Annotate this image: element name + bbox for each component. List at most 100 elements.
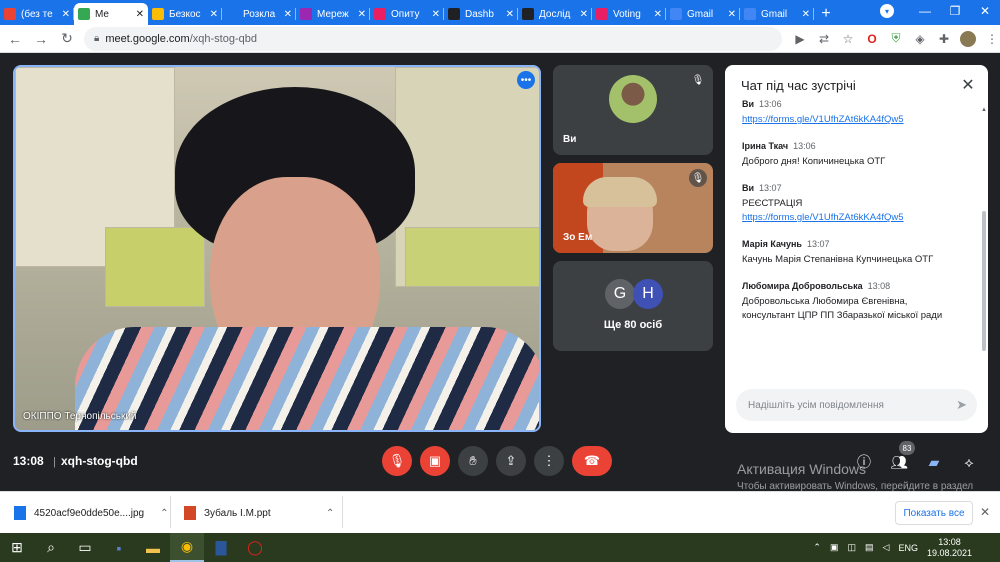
participant-tile-self[interactable]: 🎙︎ Ви bbox=[553, 65, 713, 155]
forward-icon[interactable]: → bbox=[30, 28, 52, 50]
chat-message: Марія Качунь 13:07 Качунь Марія Степанівна… bbox=[742, 239, 980, 267]
chat-message-meta: Любомира Добровольська 13:08 bbox=[742, 281, 980, 291]
browser-tab[interactable]: Дослід ✕ bbox=[518, 3, 592, 25]
mic-off-icon: 🎙︎ bbox=[691, 74, 705, 86]
new-tab-button[interactable]: + bbox=[814, 3, 838, 25]
tab-search-icon[interactable]: ▾ bbox=[880, 4, 894, 18]
divider bbox=[170, 496, 171, 528]
present-screen-button[interactable]: ⇪ bbox=[496, 446, 526, 476]
maximize-icon[interactable]: ❐ bbox=[940, 0, 970, 22]
browser-tab[interactable]: Gmail ✕ bbox=[666, 3, 740, 25]
volume-icon[interactable]: ◁ bbox=[883, 542, 890, 553]
end-call-button[interactable]: ☎︎ bbox=[572, 446, 612, 476]
file-explorer-icon[interactable]: ▬ bbox=[136, 533, 170, 562]
chat-time: 13:07 bbox=[759, 183, 782, 193]
task-view-icon[interactable]: ▭ bbox=[68, 533, 102, 562]
close-icon[interactable]: ✕ bbox=[980, 505, 990, 519]
language-indicator[interactable]: ENG bbox=[898, 543, 918, 553]
scroll-up-icon[interactable]: ▲ bbox=[981, 107, 987, 113]
word-icon[interactable]: ▇ bbox=[204, 533, 238, 562]
close-tab-icon[interactable]: ✕ bbox=[358, 9, 366, 20]
download-item[interactable]: Зубаль І.М.ppt ⌃ bbox=[184, 502, 334, 524]
browser-tab[interactable]: Voting ✕ bbox=[592, 3, 666, 25]
close-tab-icon[interactable]: ✕ bbox=[284, 9, 292, 20]
browser-tab[interactable]: Опиту ✕ bbox=[370, 3, 444, 25]
avatar: H bbox=[633, 279, 663, 309]
bookmark-star-icon[interactable]: ☆ bbox=[840, 31, 856, 47]
profile-avatar[interactable] bbox=[960, 30, 976, 47]
mic-off-icon: 🎙︎ bbox=[689, 169, 707, 187]
extensions-puzzle-icon[interactable]: ✚ bbox=[936, 31, 952, 47]
tray-app-icon[interactable]: ▣ bbox=[830, 542, 839, 553]
extension-icon-2[interactable]: ◈ bbox=[912, 31, 928, 47]
camera-icon[interactable]: ▶︎ bbox=[792, 31, 808, 47]
more-options-icon[interactable]: ••• bbox=[517, 71, 535, 89]
chat-sender: Ви bbox=[742, 99, 755, 109]
app-icon-save[interactable]: ▪ bbox=[102, 533, 136, 562]
participant-tile[interactable]: 🎙︎ Зо Ем bbox=[553, 163, 713, 253]
close-tab-icon[interactable]: ✕ bbox=[654, 9, 662, 20]
back-icon[interactable]: ← bbox=[4, 28, 26, 50]
close-tab-icon[interactable]: ✕ bbox=[728, 9, 736, 20]
camera-toggle-button[interactable]: ▣ bbox=[420, 446, 450, 476]
close-tab-icon[interactable]: ✕ bbox=[62, 9, 70, 20]
mic-toggle-button[interactable]: 🎙︎ bbox=[382, 446, 412, 476]
menu-kebab-icon[interactable]: ⋮ bbox=[984, 31, 1000, 47]
meet-area: ••• ОКІППО Тернопільський 🎙︎ Ви 🎙︎ Зо Ем… bbox=[0, 53, 1000, 506]
windows-start-icon[interactable]: ⊞ bbox=[0, 533, 34, 562]
translate-icon[interactable]: ⇄ bbox=[816, 31, 832, 47]
close-tab-icon[interactable]: ✕ bbox=[506, 9, 514, 20]
chat-text: Качунь Марія Степанівна Купчинецька ОТГ bbox=[742, 254, 934, 265]
close-tab-icon[interactable]: ✕ bbox=[210, 9, 218, 20]
chevron-up-icon[interactable]: ⌃ bbox=[326, 508, 334, 519]
taskbar-date: 19.08.2021 bbox=[926, 547, 972, 558]
tab-label: Gmail bbox=[761, 8, 788, 20]
main-video[interactable]: ••• ОКІППО Тернопільський bbox=[13, 65, 541, 432]
opera-extension-icon[interactable]: O bbox=[864, 31, 880, 47]
close-icon[interactable]: ✕ bbox=[958, 75, 978, 95]
tray-chevron-icon[interactable]: ⌃ bbox=[813, 542, 821, 553]
chat-input[interactable]: Надішліть усім повідомлення ➤ bbox=[736, 389, 977, 421]
taskbar-clock[interactable]: 13:08 19.08.2021 bbox=[927, 537, 972, 559]
chat-link[interactable]: https://forms.gle/V1UfhZAt6kKA4fQw5 bbox=[742, 211, 980, 225]
close-tab-icon[interactable]: ✕ bbox=[580, 9, 588, 20]
download-item[interactable]: 4520acf9e0dde50e....jpg ⌃ bbox=[14, 502, 169, 524]
chat-scrollbar[interactable] bbox=[982, 211, 986, 351]
more-options-button[interactable]: ⋮ bbox=[534, 446, 564, 476]
tab-label: Dashb bbox=[465, 8, 494, 20]
reload-icon[interactable]: ↻ bbox=[56, 28, 78, 50]
tab-label: Дослід bbox=[539, 8, 571, 20]
chrome-icon[interactable]: ◉ bbox=[170, 533, 204, 562]
browser-tab[interactable]: Мереж ✕ bbox=[296, 3, 370, 25]
search-icon[interactable]: ⌕ bbox=[34, 533, 68, 562]
tray-app-icon[interactable]: ◫ bbox=[847, 542, 856, 553]
close-tab-icon[interactable]: ✕ bbox=[802, 9, 810, 20]
more-participants-tile[interactable]: G H Ще 80 осіб bbox=[553, 261, 713, 351]
chevron-up-icon[interactable]: ⌃ bbox=[160, 508, 168, 519]
close-tab-icon[interactable]: ✕ bbox=[136, 9, 144, 20]
close-window-icon[interactable]: ✕ bbox=[970, 0, 1000, 22]
window-controls: — ❐ ✕ bbox=[910, 0, 1000, 22]
browser-tab[interactable]: Розкла ✕ bbox=[222, 3, 296, 25]
person-body bbox=[75, 327, 539, 430]
browser-tab[interactable]: Dashb ✕ bbox=[444, 3, 518, 25]
send-icon[interactable]: ➤ bbox=[956, 397, 967, 413]
close-tab-icon[interactable]: ✕ bbox=[432, 9, 440, 20]
favicon-icon bbox=[78, 8, 90, 20]
minimize-icon[interactable]: — bbox=[910, 0, 940, 22]
show-all-button[interactable]: Показать все bbox=[895, 501, 973, 525]
network-icon[interactable]: ▤ bbox=[865, 542, 874, 553]
shield-extension-icon[interactable]: ⛨ bbox=[888, 31, 904, 47]
avatar: G bbox=[605, 279, 635, 309]
opera-icon[interactable]: ◯ bbox=[238, 533, 272, 562]
browser-tab[interactable]: Gmail ✕ bbox=[740, 3, 814, 25]
activities-icon[interactable]: ⟡ bbox=[958, 451, 980, 473]
browser-tab[interactable]: Me ✕ bbox=[74, 3, 148, 25]
download-filename: Зубаль І.М.ppt bbox=[204, 507, 271, 519]
browser-tab[interactable]: (без те ✕ bbox=[0, 3, 74, 25]
browser-tab[interactable]: Безкос ✕ bbox=[148, 3, 222, 25]
raise-hand-button[interactable]: ✋︎ bbox=[458, 446, 488, 476]
url-field[interactable]: 🔒︎ meet.google.com/xqh-stog-qbd bbox=[84, 26, 782, 51]
chat-icon[interactable]: ▰ bbox=[923, 451, 945, 473]
chat-link[interactable]: https://forms.gle/V1UfhZAt6kKA4fQw5 bbox=[742, 113, 980, 127]
